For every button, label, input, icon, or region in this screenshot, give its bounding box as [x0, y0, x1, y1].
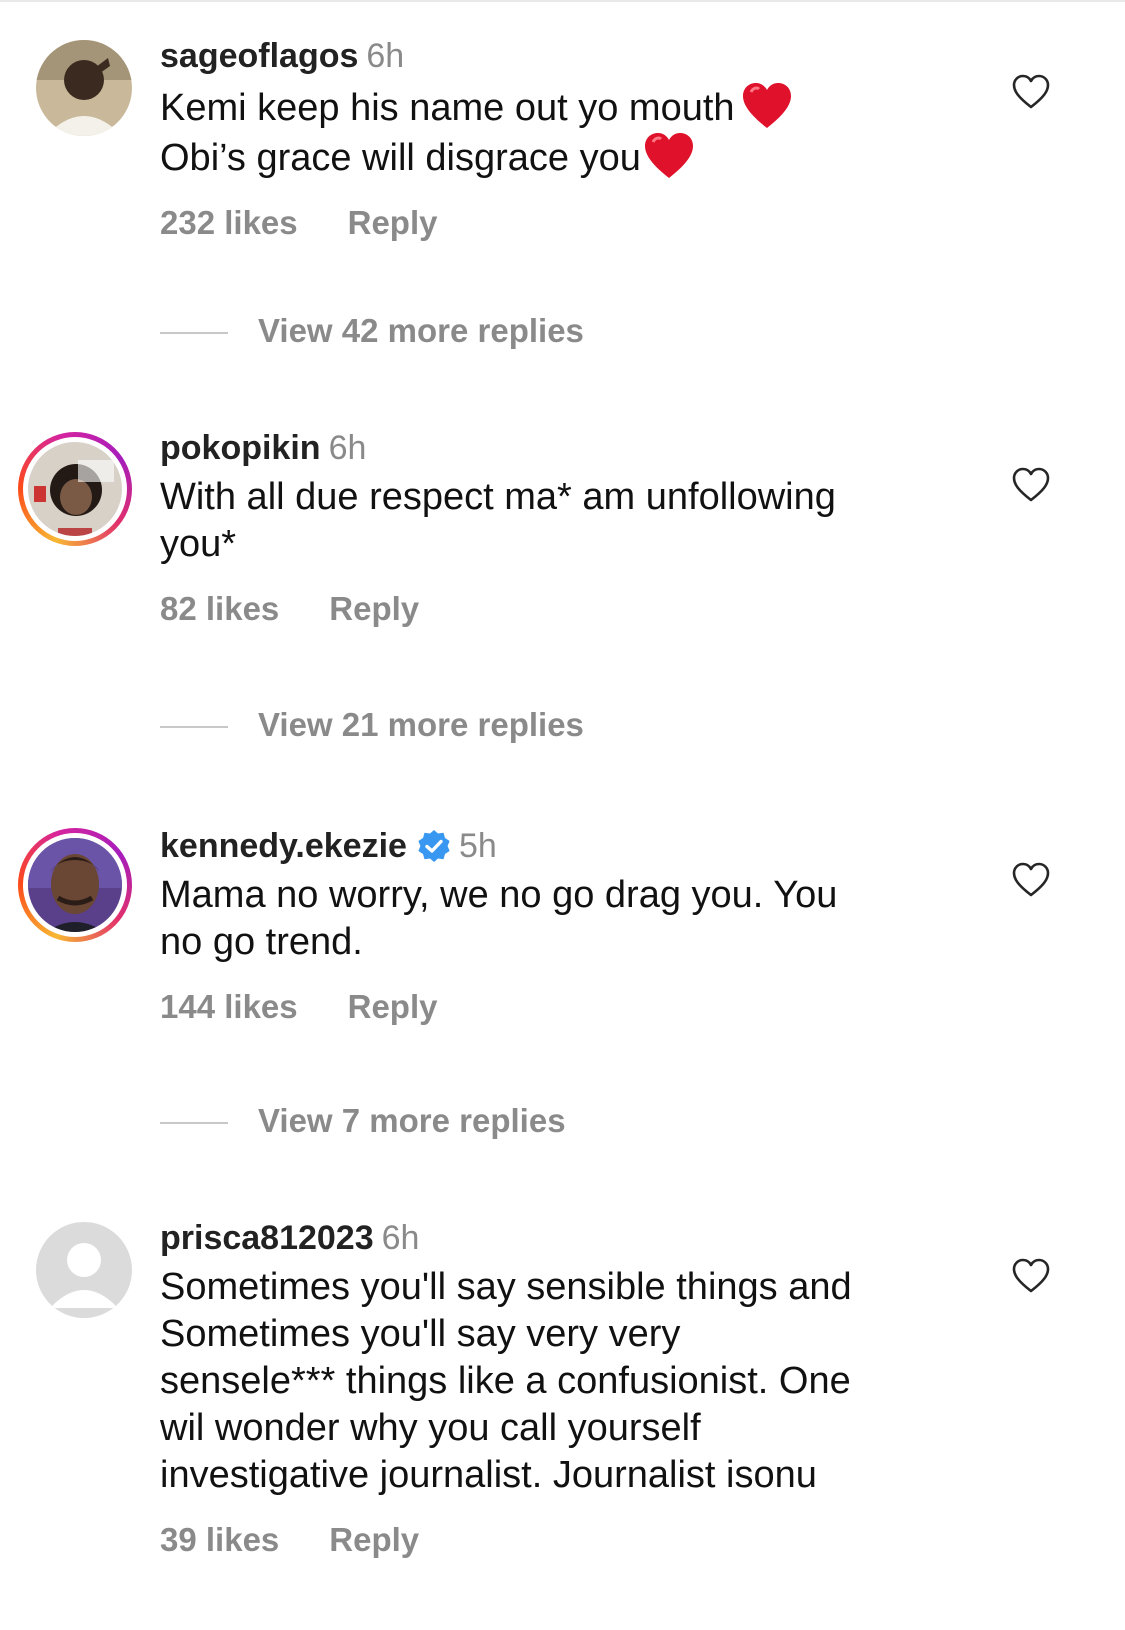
- reply-button[interactable]: Reply: [348, 988, 438, 1025]
- avatar-image-icon: [28, 838, 122, 932]
- timestamp: 5h: [458, 827, 497, 865]
- comment-text: Sometimes you'll say sensible things and…: [160, 1266, 852, 1496]
- username[interactable]: sageoflagos: [160, 37, 358, 75]
- username[interactable]: kennedy.ekezie: [160, 827, 407, 865]
- avatar[interactable]: [18, 1204, 132, 1318]
- timestamp: 6h: [366, 37, 405, 75]
- avatar-photo: [36, 40, 132, 136]
- like-button[interactable]: [1012, 467, 1050, 503]
- view-more-replies[interactable]: View 42 more replies: [160, 312, 584, 350]
- verified-badge-icon: [418, 830, 450, 862]
- red-heart-emoji: [742, 83, 791, 128]
- red-heart-emoji: [644, 133, 693, 178]
- avatar-image-icon: [36, 40, 132, 136]
- default-avatar-icon: [36, 1222, 132, 1318]
- thread-line: [160, 1122, 228, 1125]
- view-more-replies[interactable]: View 21 more replies: [160, 706, 584, 744]
- reply-button[interactable]: Reply: [329, 1521, 419, 1558]
- heart-outline-icon: [1012, 467, 1050, 502]
- avatar[interactable]: [18, 432, 132, 546]
- comment-text: Mama no worry, we no go drag you. You no…: [160, 874, 838, 963]
- comment-text: Kemi keep his name out yo mouth Obi’s gr…: [160, 82, 980, 182]
- thread-line: [160, 726, 228, 729]
- heart-outline-icon: [1012, 1258, 1050, 1293]
- like-button[interactable]: [1012, 74, 1050, 110]
- comment-text: With all due respect ma* am unfollowing …: [160, 476, 836, 565]
- avatar-photo: [28, 442, 122, 536]
- thread-line: [160, 332, 228, 335]
- likes-count[interactable]: 82 likes: [160, 590, 279, 627]
- timestamp: 6h: [381, 1219, 420, 1257]
- reply-button[interactable]: Reply: [348, 204, 438, 241]
- username[interactable]: prisca812023: [160, 1219, 374, 1257]
- reply-button[interactable]: Reply: [329, 590, 419, 627]
- avatar-photo: [28, 838, 122, 932]
- likes-count[interactable]: 232 likes: [160, 204, 298, 241]
- view-more-replies[interactable]: View 7 more replies: [160, 1102, 566, 1140]
- top-divider: [0, 0, 1125, 2]
- like-button[interactable]: [1012, 1258, 1050, 1294]
- avatar[interactable]: [18, 828, 132, 942]
- heart-outline-icon: [1012, 862, 1050, 897]
- likes-count[interactable]: 144 likes: [160, 988, 298, 1025]
- avatar-image-icon: [28, 442, 122, 536]
- like-button[interactable]: [1012, 862, 1050, 898]
- username[interactable]: pokopikin: [160, 429, 321, 467]
- heart-outline-icon: [1012, 74, 1050, 109]
- likes-count[interactable]: 39 likes: [160, 1521, 279, 1558]
- timestamp: 6h: [328, 429, 367, 467]
- avatar-photo: [36, 1222, 132, 1318]
- avatar[interactable]: [18, 22, 132, 136]
